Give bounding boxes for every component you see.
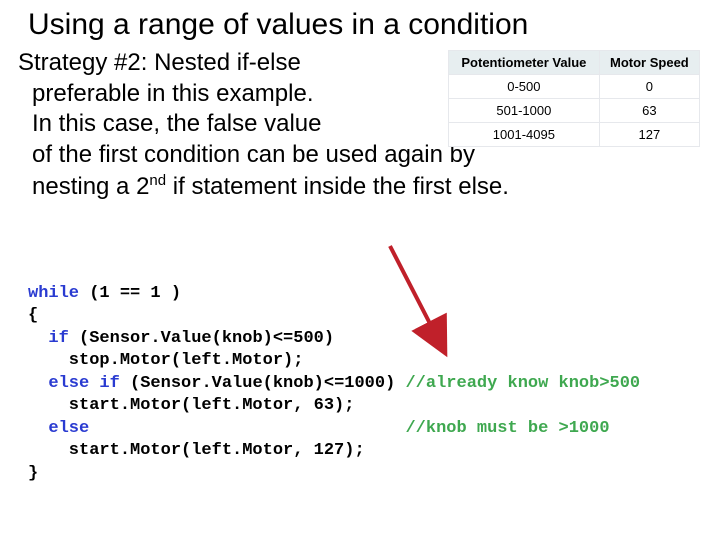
body-area: Strategy #2: Nested if-else preferable i… (0, 48, 720, 203)
code-comment-2: //knob must be >1000 (405, 419, 609, 438)
value-table: Potentiometer Value Motor Speed 0-500 0 … (448, 50, 700, 147)
cell-speed: 63 (599, 99, 699, 123)
body-line-5: nesting a 2nd if statement inside the fi… (18, 173, 509, 200)
code-brace-close: } (28, 464, 38, 483)
code-start127: start.Motor(left.Motor, 127); (28, 441, 365, 460)
code-start63: start.Motor(left.Motor, 63); (28, 396, 354, 415)
body-line-5b: if statement inside the first else. (166, 173, 509, 200)
kw-else: else (48, 419, 89, 438)
superscript-nd: nd (149, 172, 166, 189)
code-elseif-cond: (Sensor.Value(knob)<=1000) (120, 374, 406, 393)
kw-if: if (48, 329, 68, 348)
table-row: 501-1000 63 (449, 99, 700, 123)
kw-while: while (28, 284, 79, 303)
body-line-5a: nesting a 2 (32, 173, 149, 200)
table-row: 1001-4095 127 (449, 123, 700, 147)
code-stop: stop.Motor(left.Motor); (28, 351, 303, 370)
code-block: while (1 == 1 ) { if (Sensor.Value(knob)… (28, 283, 640, 485)
cell-range: 501-1000 (449, 99, 600, 123)
table-row: 0-500 0 (449, 75, 700, 99)
table-header-row: Potentiometer Value Motor Speed (449, 51, 700, 75)
cell-speed: 127 (599, 123, 699, 147)
code-comment-1: //already know knob>500 (405, 374, 640, 393)
body-line-4: of the first condition can be used again… (18, 141, 475, 168)
cell-speed: 0 (599, 75, 699, 99)
col-header-speed: Motor Speed (599, 51, 699, 75)
slide-title: Using a range of values in a condition (0, 0, 720, 48)
code-while-cond: (1 == 1 ) (79, 284, 181, 303)
code-brace-open: { (28, 306, 38, 325)
code-if-cond: (Sensor.Value(knob)<=500) (69, 329, 334, 348)
cell-range: 0-500 (449, 75, 600, 99)
cell-range: 1001-4095 (449, 123, 600, 147)
col-header-pot: Potentiometer Value (449, 51, 600, 75)
kw-elseif: else if (48, 374, 119, 393)
code-else-pad (89, 419, 405, 438)
